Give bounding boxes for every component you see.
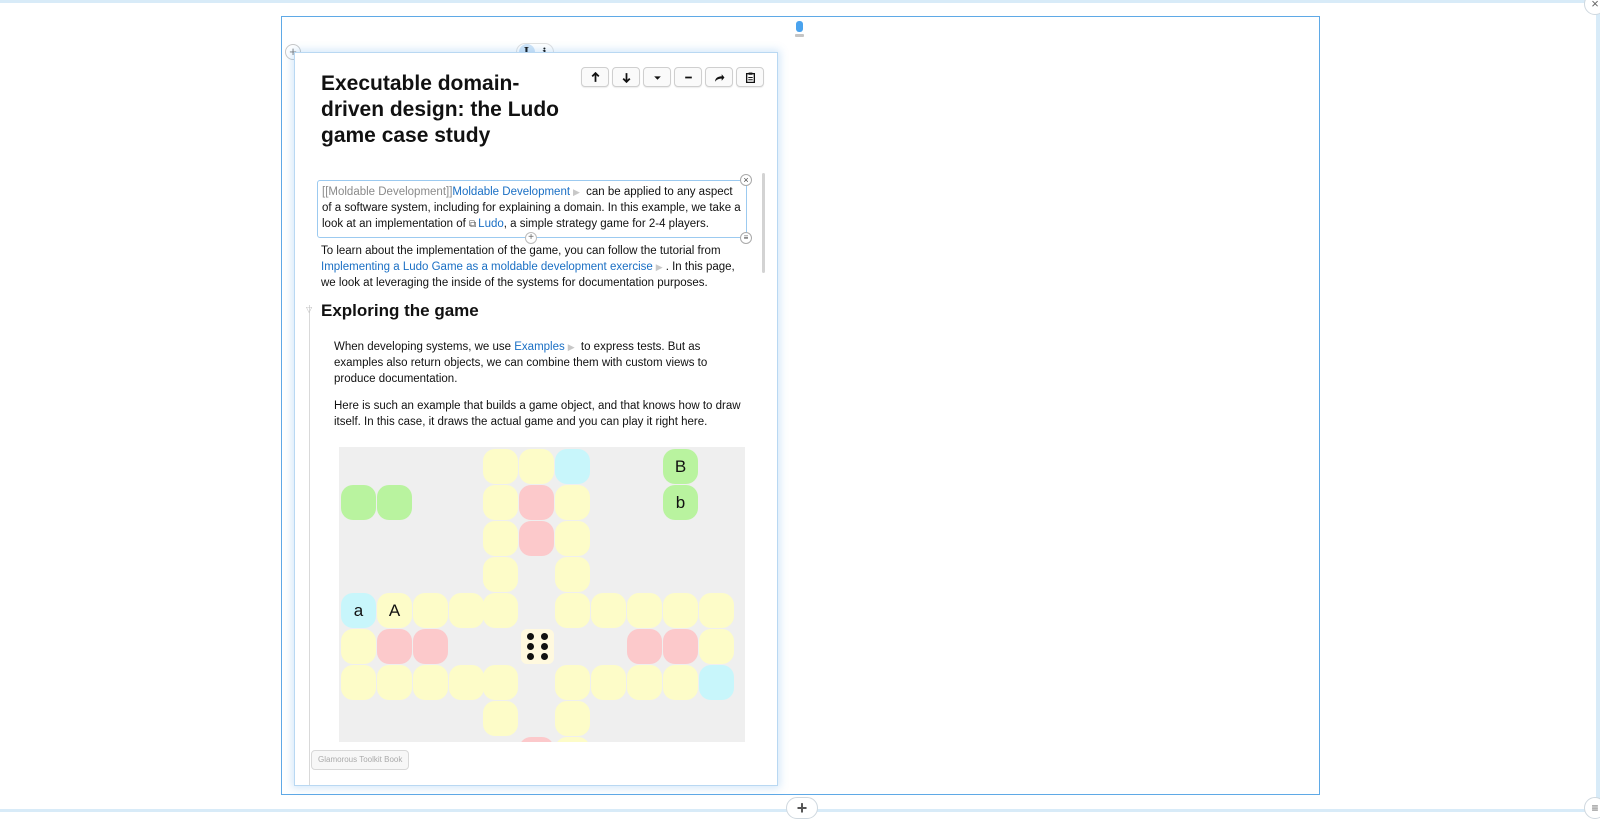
track-cell[interactable]: [555, 485, 590, 520]
track-cell[interactable]: [519, 449, 554, 484]
track-cell[interactable]: [483, 701, 518, 736]
track-cell[interactable]: [591, 593, 626, 628]
page-scrollbar[interactable]: [762, 173, 765, 273]
paragraph: When developing systems, we use Examples…: [334, 339, 744, 387]
track-cell[interactable]: [483, 449, 518, 484]
goal-cell[interactable]: [663, 629, 698, 664]
book-page: Executable domain-driven design: the Lud…: [294, 52, 778, 786]
moldable-development-link[interactable]: Moldable Development: [452, 186, 570, 198]
goal-cell[interactable]: [377, 629, 412, 664]
world-close-icon[interactable]: ×: [1584, 0, 1600, 15]
track-cell[interactable]: [413, 665, 448, 700]
track-cell-start[interactable]: [555, 449, 590, 484]
paragraph-text: To learn about the implementation of the…: [321, 245, 721, 257]
track-cell[interactable]: [483, 665, 518, 700]
examples-link[interactable]: Examples: [514, 341, 565, 353]
track-cell[interactable]: [483, 557, 518, 592]
track-cell[interactable]: [627, 665, 662, 700]
home-cell[interactable]: [377, 485, 412, 520]
goal-cell[interactable]: [627, 629, 662, 664]
expand-arrow-icon[interactable]: ▶: [568, 342, 575, 352]
collapse-triangle-icon[interactable]: ▽: [306, 302, 312, 318]
section-collapse-line[interactable]: [309, 305, 310, 785]
goal-cell[interactable]: [519, 485, 554, 520]
external-link-icon: ⧉: [469, 219, 477, 230]
share-icon[interactable]: [705, 67, 733, 87]
text-snippet-editor[interactable]: [[Moldable Development]]Moldable Develop…: [317, 174, 752, 244]
track-cell[interactable]: [341, 665, 376, 700]
expand-arrow-icon[interactable]: ▶: [656, 262, 663, 272]
add-pane-button[interactable]: +: [786, 797, 818, 819]
page-title: Executable domain-driven design: the Lud…: [321, 72, 560, 147]
world-menu-icon[interactable]: ≡: [1584, 797, 1600, 819]
dice-six-icon[interactable]: [521, 629, 554, 664]
track-cell[interactable]: [555, 593, 590, 628]
track-cell[interactable]: [483, 593, 518, 628]
track-cell-start[interactable]: [699, 665, 734, 700]
player-token[interactable]: b: [663, 485, 698, 520]
track-cell[interactable]: [483, 521, 518, 556]
paragraph: To learn about the implementation of the…: [321, 243, 741, 291]
move-down-icon[interactable]: [612, 67, 640, 87]
track-cell[interactable]: [699, 629, 734, 664]
clipboard-icon[interactable]: [736, 67, 764, 87]
home-cell[interactable]: [341, 485, 376, 520]
track-cell[interactable]: [555, 665, 590, 700]
track-cell[interactable]: [555, 701, 590, 736]
link-markup: [[Moldable Development]]: [322, 186, 453, 198]
track-cell[interactable]: [591, 665, 626, 700]
move-up-icon[interactable]: [581, 67, 609, 87]
section-heading: Exploring the game: [321, 301, 479, 320]
ludo-link[interactable]: Ludo: [478, 218, 504, 230]
paragraph: Here is such an example that builds a ga…: [334, 400, 741, 428]
player-token[interactable]: a: [341, 593, 376, 628]
track-cell[interactable]: [555, 557, 590, 592]
track-cell[interactable]: [483, 485, 518, 520]
track-cell[interactable]: [555, 737, 590, 742]
track-cell[interactable]: [699, 593, 734, 628]
snippet-text-end: , a simple strategy game for 2-4 players…: [503, 218, 709, 230]
ludo-tutorial-link[interactable]: Implementing a Ludo Game as a moldable d…: [321, 261, 653, 273]
player-token[interactable]: A: [377, 593, 412, 628]
remove-icon[interactable]: [674, 67, 702, 87]
track-cell[interactable]: [413, 593, 448, 628]
track-cell[interactable]: [663, 593, 698, 628]
track-cell[interactable]: [449, 593, 484, 628]
page-toolbar: [581, 67, 764, 87]
player-token[interactable]: B: [663, 449, 698, 484]
dropdown-icon[interactable]: [643, 67, 671, 87]
goal-cell[interactable]: [519, 737, 554, 742]
track-cell[interactable]: [341, 629, 376, 664]
pane-resize-handle[interactable]: [795, 21, 804, 37]
track-cell[interactable]: [627, 593, 662, 628]
track-cell[interactable]: [377, 665, 412, 700]
track-cell[interactable]: [663, 665, 698, 700]
track-cell[interactable]: [449, 665, 484, 700]
goal-cell[interactable]: [519, 521, 554, 556]
goal-cell[interactable]: [413, 629, 448, 664]
track-cell[interactable]: [555, 521, 590, 556]
paragraph-text: When developing systems, we use: [334, 341, 515, 353]
book-footer-badge: Glamorous Toolkit Book: [311, 750, 410, 770]
ludo-board[interactable]: B b a A: [339, 447, 745, 742]
expand-arrow-icon[interactable]: ▶: [573, 187, 580, 197]
close-snippet-icon[interactable]: ×: [740, 174, 752, 186]
snippet-menu-icon[interactable]: ≡: [740, 232, 752, 244]
